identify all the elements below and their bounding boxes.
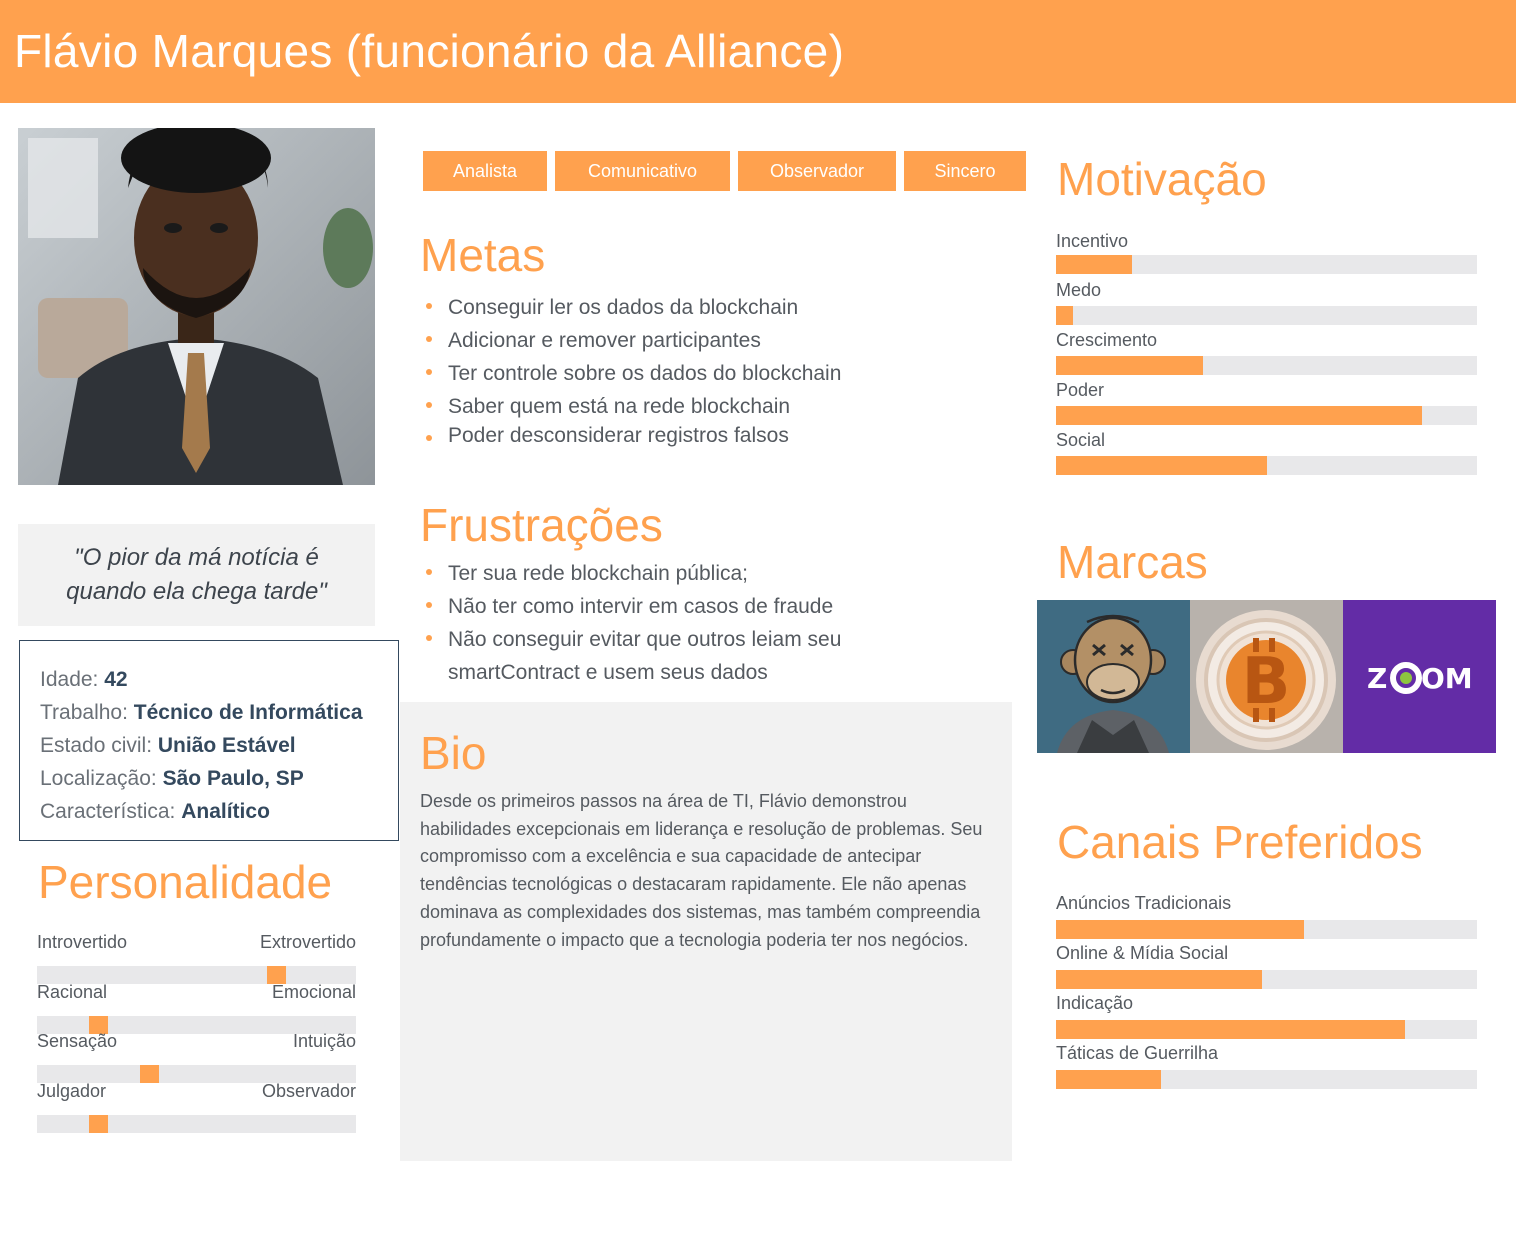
bio-text: Desde os primeiros passos na área de TI,… (420, 791, 983, 950)
goal-item: Adicionar e remover participantes (424, 324, 944, 357)
motivation-bar: Crescimento (1056, 330, 1477, 375)
svg-text:Z: Z (1367, 662, 1387, 695)
goals-title: Metas (420, 229, 546, 281)
svg-text:OM: OM (1421, 662, 1473, 695)
channel-bar: Táticas de Guerrilha (1056, 1043, 1477, 1089)
bar-label: Anúncios Tradicionais (1056, 893, 1232, 913)
svg-text:B: B (1242, 645, 1291, 719)
trait-tags: Analista Comunicativo Observador Sincero (423, 151, 1026, 191)
bio-panel: Bio Desde os primeiros passos na área de… (400, 702, 1012, 1161)
personality-scale: Sensação Intuição (37, 1031, 356, 1083)
bar-track (1056, 970, 1477, 989)
zoom-logo: Z OM (1343, 600, 1496, 753)
personality-title: Personalidade (38, 856, 333, 908)
frustrations-list: Ter sua rede blockchain pública; Não ter… (424, 557, 894, 689)
bar-label: Táticas de Guerrilha (1056, 1043, 1219, 1063)
scale-left-label: Sensação (37, 1031, 118, 1051)
bar-track (1056, 456, 1477, 475)
bar-label: Incentivo (1056, 231, 1129, 251)
bar-fill (1056, 1020, 1406, 1039)
tag-sincero: Sincero (904, 151, 1026, 191)
motivation-bar: Poder (1056, 380, 1477, 425)
bio-title: Bio (420, 727, 487, 779)
personality-scale: Introvertido Extrovertido (37, 932, 356, 984)
brands-strip: B Z OM (1037, 600, 1496, 753)
bored-ape-logo (1037, 600, 1190, 753)
bar-track (1056, 255, 1477, 274)
bar-label: Indicação (1056, 993, 1134, 1013)
bar-fill (1056, 970, 1263, 989)
personality-scale: Julgador Observador (37, 1081, 356, 1133)
goal-item: Conseguir ler os dados da blockchain (424, 291, 944, 324)
scale-right-label: Observador (261, 1081, 356, 1101)
bar-fill (1056, 406, 1423, 425)
channel-bar: Indicação (1056, 993, 1477, 1039)
bar-label: Online & Mídia Social (1056, 943, 1229, 963)
frustration-item: Não ter como intervir em casos de fraude (424, 590, 894, 623)
personality-scale: Racional Emocional (37, 982, 356, 1034)
tag-analista: Analista (423, 151, 547, 191)
bar-track (1056, 356, 1477, 375)
bar-track (1056, 920, 1477, 939)
brands-title: Marcas (1057, 536, 1208, 588)
header-bar: Flávio Marques (funcionário da Alliance) (0, 0, 1516, 103)
bar-label: Social (1056, 430, 1106, 450)
info-civil-status: Estado civil: União Estável (40, 734, 296, 757)
info-location: Localização: São Paulo, SP (40, 767, 304, 790)
scale-left-label: Introvertido (37, 932, 128, 952)
info-card: Idade: 42 Trabalho: Técnico de Informáti… (19, 640, 399, 841)
scale-right-label: Intuição (292, 1031, 356, 1051)
scale-left-label: Julgador (37, 1081, 107, 1101)
info-job: Trabalho: Técnico de Informática (40, 701, 363, 724)
frustration-item: Não conseguir evitar que outros leiam se… (424, 623, 894, 689)
bar-track (1056, 306, 1477, 325)
bitcoin-logo: B (1190, 600, 1343, 753)
goals-list: Conseguir ler os dados da blockchain Adi… (424, 291, 944, 448)
tag-observador: Observador (738, 151, 896, 191)
persona-title: Flávio Marques (funcionário da Alliance) (14, 25, 845, 77)
bar-track (1056, 406, 1477, 425)
bar-track (1056, 1020, 1477, 1039)
scale-right-label: Extrovertido (259, 932, 356, 952)
motivation-bar: Medo (1056, 280, 1477, 325)
bar-track (1056, 1070, 1477, 1089)
motivation-title: Motivação (1057, 153, 1267, 205)
scale-left-label: Racional (37, 982, 108, 1002)
bar-fill (1056, 356, 1204, 375)
goal-item: Saber quem está na rede blockchain (424, 390, 944, 423)
bar-fill (1056, 255, 1132, 274)
bar-label: Poder (1056, 380, 1105, 400)
frustration-item: Ter sua rede blockchain pública; (424, 557, 894, 590)
bar-fill (1056, 920, 1305, 939)
channel-bar: Anúncios Tradicionais (1056, 893, 1477, 939)
bar-label: Medo (1056, 280, 1102, 300)
tag-comunicativo: Comunicativo (555, 151, 730, 191)
bar-fill (1056, 306, 1073, 325)
info-age: Idade: 42 (40, 668, 128, 691)
goal-item: Ter controle sobre os dados do blockchai… (424, 357, 944, 390)
goal-item: Poder desconsiderar registros falsos (424, 423, 944, 448)
bar-label: Crescimento (1056, 330, 1158, 350)
bar-fill (1056, 456, 1267, 475)
scale-right-label: Emocional (271, 982, 356, 1002)
persona-quote: "O pior da má notícia é quando ela chega… (18, 524, 375, 626)
motivation-bar: Social (1056, 430, 1477, 475)
info-trait: Característica: Analítico (40, 800, 270, 823)
scale-marker (88, 1115, 108, 1133)
channels-title: Canais Preferidos (1057, 816, 1423, 868)
frustrations-title: Frustrações (420, 499, 663, 551)
channel-bar: Online & Mídia Social (1056, 943, 1477, 989)
scale-track (37, 1115, 356, 1133)
bar-fill (1056, 1070, 1162, 1089)
persona-photo (18, 128, 375, 485)
motivation-bar: Incentivo (1056, 231, 1477, 274)
